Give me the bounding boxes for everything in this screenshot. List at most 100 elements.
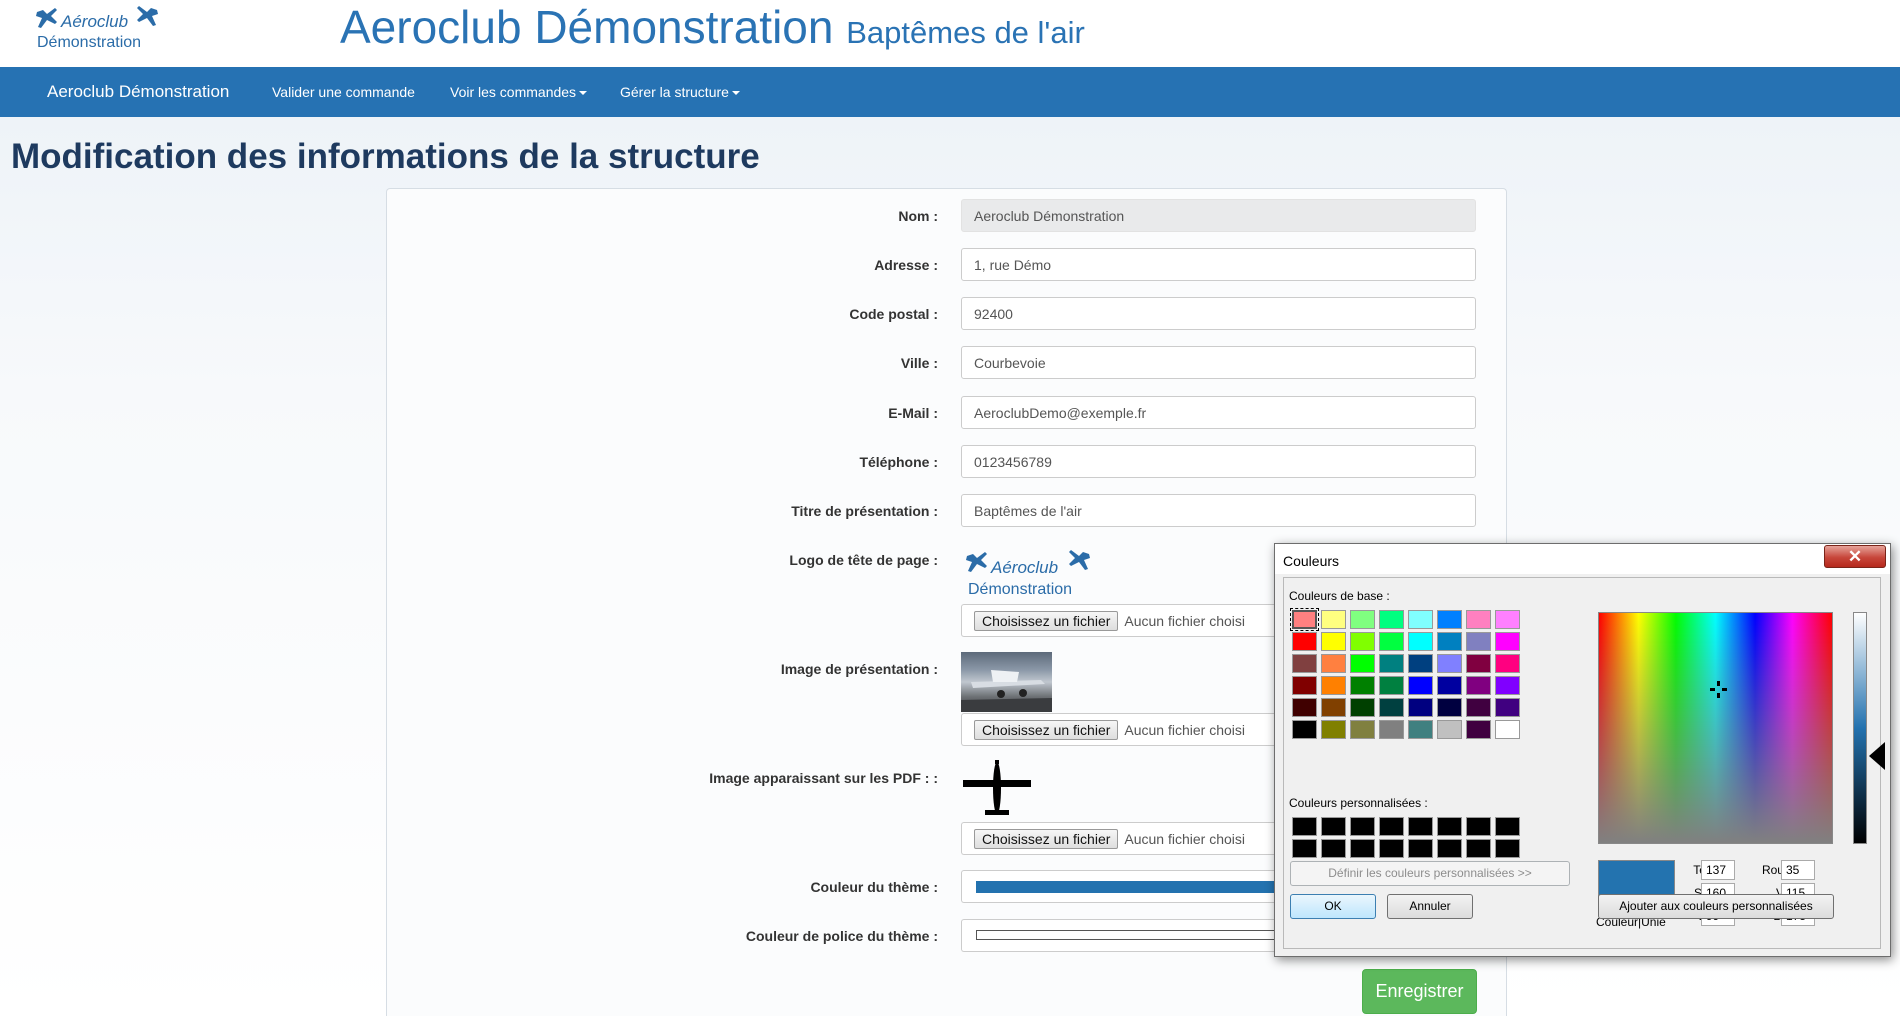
logo-file-input[interactable]: Choisissez un fichier Aucun fichier chois… <box>961 604 1291 637</box>
presentation-file-input[interactable]: Choisissez un fichier Aucun fichier chois… <box>961 713 1291 746</box>
color-swatch[interactable] <box>1350 632 1375 651</box>
color-swatch[interactable] <box>1350 698 1375 717</box>
color-swatch[interactable] <box>1466 817 1491 836</box>
color-swatch[interactable] <box>1437 654 1462 673</box>
color-swatch[interactable] <box>1292 817 1317 836</box>
color-swatch[interactable] <box>1292 632 1317 651</box>
ok-button[interactable]: OK <box>1290 894 1376 919</box>
color-swatch[interactable] <box>1290 608 1319 631</box>
color-swatch[interactable] <box>1321 632 1346 651</box>
color-swatch[interactable] <box>1321 698 1346 717</box>
color-swatch[interactable] <box>1350 839 1375 858</box>
color-swatch[interactable] <box>1379 654 1404 673</box>
color-swatch[interactable] <box>1495 839 1520 858</box>
save-button[interactable]: Enregistrer <box>1362 969 1477 1014</box>
color-swatch[interactable] <box>1466 632 1491 651</box>
teinte-input[interactable]: 137 <box>1701 860 1735 880</box>
luminosity-slider[interactable] <box>1853 612 1867 844</box>
color-swatch[interactable] <box>1408 632 1433 651</box>
color-swatch[interactable] <box>1437 817 1462 836</box>
add-custom-color-button[interactable]: Ajouter aux couleurs personnalisées <box>1598 894 1834 919</box>
telephone-field[interactable]: 0123456789 <box>961 445 1476 478</box>
color-swatch[interactable] <box>1292 676 1317 695</box>
color-swatch[interactable] <box>1321 720 1346 739</box>
color-swatch[interactable] <box>1495 698 1520 717</box>
color-swatch[interactable] <box>1379 698 1404 717</box>
color-swatch[interactable] <box>1408 654 1433 673</box>
color-swatch[interactable] <box>1466 839 1491 858</box>
adresse-field[interactable]: 1, rue Démo <box>961 248 1476 281</box>
choose-file-button[interactable]: Choisissez un fichier <box>974 829 1119 849</box>
caret-down-icon <box>579 91 588 96</box>
couleur-theme-picker[interactable] <box>961 870 1291 903</box>
color-swatch[interactable] <box>1321 654 1346 673</box>
color-swatch[interactable] <box>1292 720 1317 739</box>
color-swatch[interactable] <box>1466 610 1491 629</box>
color-swatch[interactable] <box>1466 698 1491 717</box>
color-swatch[interactable] <box>1350 654 1375 673</box>
color-swatch[interactable] <box>1408 817 1433 836</box>
choose-file-button[interactable]: Choisissez un fichier <box>974 720 1119 740</box>
color-swatch[interactable] <box>1379 676 1404 695</box>
color-swatch[interactable] <box>1466 720 1491 739</box>
color-swatch[interactable] <box>1408 610 1433 629</box>
theme-color-swatch <box>976 881 1291 893</box>
color-swatch[interactable] <box>1495 720 1520 739</box>
rouge-input[interactable]: 35 <box>1781 860 1815 880</box>
color-swatch[interactable] <box>1437 676 1462 695</box>
dialog-titlebar[interactable]: Couleurs ✕ <box>1275 544 1890 574</box>
nav-item-valider-commande[interactable]: Valider une commande <box>272 84 415 100</box>
color-swatch[interactable] <box>1437 610 1462 629</box>
color-swatch[interactable] <box>1379 720 1404 739</box>
color-spectrum[interactable] <box>1598 612 1833 844</box>
cancel-button[interactable]: Annuler <box>1387 894 1473 919</box>
color-swatch[interactable] <box>1466 654 1491 673</box>
color-swatch[interactable] <box>1321 817 1346 836</box>
titre-field[interactable]: Baptêmes de l'air <box>961 494 1476 527</box>
color-swatch[interactable] <box>1495 610 1520 629</box>
pdf-file-input[interactable]: Choisissez un fichier Aucun fichier chois… <box>961 822 1291 855</box>
color-swatch[interactable] <box>1495 676 1520 695</box>
color-swatch[interactable] <box>1408 720 1433 739</box>
color-swatch[interactable] <box>1437 698 1462 717</box>
couleur-police-picker[interactable] <box>961 919 1291 952</box>
nom-field: Aeroclub Démonstration <box>961 199 1476 232</box>
color-swatch[interactable] <box>1350 676 1375 695</box>
choose-file-button[interactable]: Choisissez un fichier <box>974 611 1119 631</box>
color-swatch[interactable] <box>1292 698 1317 717</box>
color-swatch[interactable] <box>1408 698 1433 717</box>
close-button[interactable]: ✕ <box>1824 545 1886 568</box>
navbar-brand[interactable]: Aeroclub Démonstration <box>47 82 229 102</box>
email-field[interactable]: AeroclubDemo@exemple.fr <box>961 396 1476 429</box>
color-swatch[interactable] <box>1437 632 1462 651</box>
color-swatch[interactable] <box>1495 632 1520 651</box>
color-swatch[interactable] <box>1350 817 1375 836</box>
color-swatch[interactable] <box>1379 817 1404 836</box>
color-swatch[interactable] <box>1321 676 1346 695</box>
color-swatch[interactable] <box>1379 632 1404 651</box>
airplane-photo <box>961 670 1052 712</box>
color-swatch[interactable] <box>1379 610 1404 629</box>
color-swatch[interactable] <box>1466 676 1491 695</box>
color-swatch[interactable] <box>1350 610 1375 629</box>
dialog-body: Couleurs de base : Couleurs personnalisé… <box>1283 577 1885 949</box>
nav-item-voir-commandes[interactable]: Voir les commandes <box>450 84 588 100</box>
nav-item-gerer-structure[interactable]: Gérer la structure <box>620 84 740 100</box>
luminosity-arrow-icon[interactable] <box>1869 742 1885 770</box>
ville-field[interactable]: Courbevoie <box>961 346 1476 379</box>
site-logo[interactable]: Aéroclub Démonstration <box>33 2 161 56</box>
color-swatch[interactable] <box>1437 720 1462 739</box>
color-swatch[interactable] <box>1495 817 1520 836</box>
color-swatch[interactable] <box>1408 676 1433 695</box>
color-swatch[interactable] <box>1379 839 1404 858</box>
color-swatch[interactable] <box>1292 839 1317 858</box>
color-swatch[interactable] <box>1321 839 1346 858</box>
color-swatch[interactable] <box>1495 654 1520 673</box>
color-swatch[interactable] <box>1350 720 1375 739</box>
code-postal-field[interactable]: 92400 <box>961 297 1476 330</box>
color-swatch[interactable] <box>1408 839 1433 858</box>
color-swatch[interactable] <box>1321 610 1346 629</box>
color-swatch[interactable] <box>1292 654 1317 673</box>
color-swatch[interactable] <box>1437 839 1462 858</box>
define-custom-colors-button[interactable]: Définir les couleurs personnalisées >> <box>1290 861 1570 886</box>
